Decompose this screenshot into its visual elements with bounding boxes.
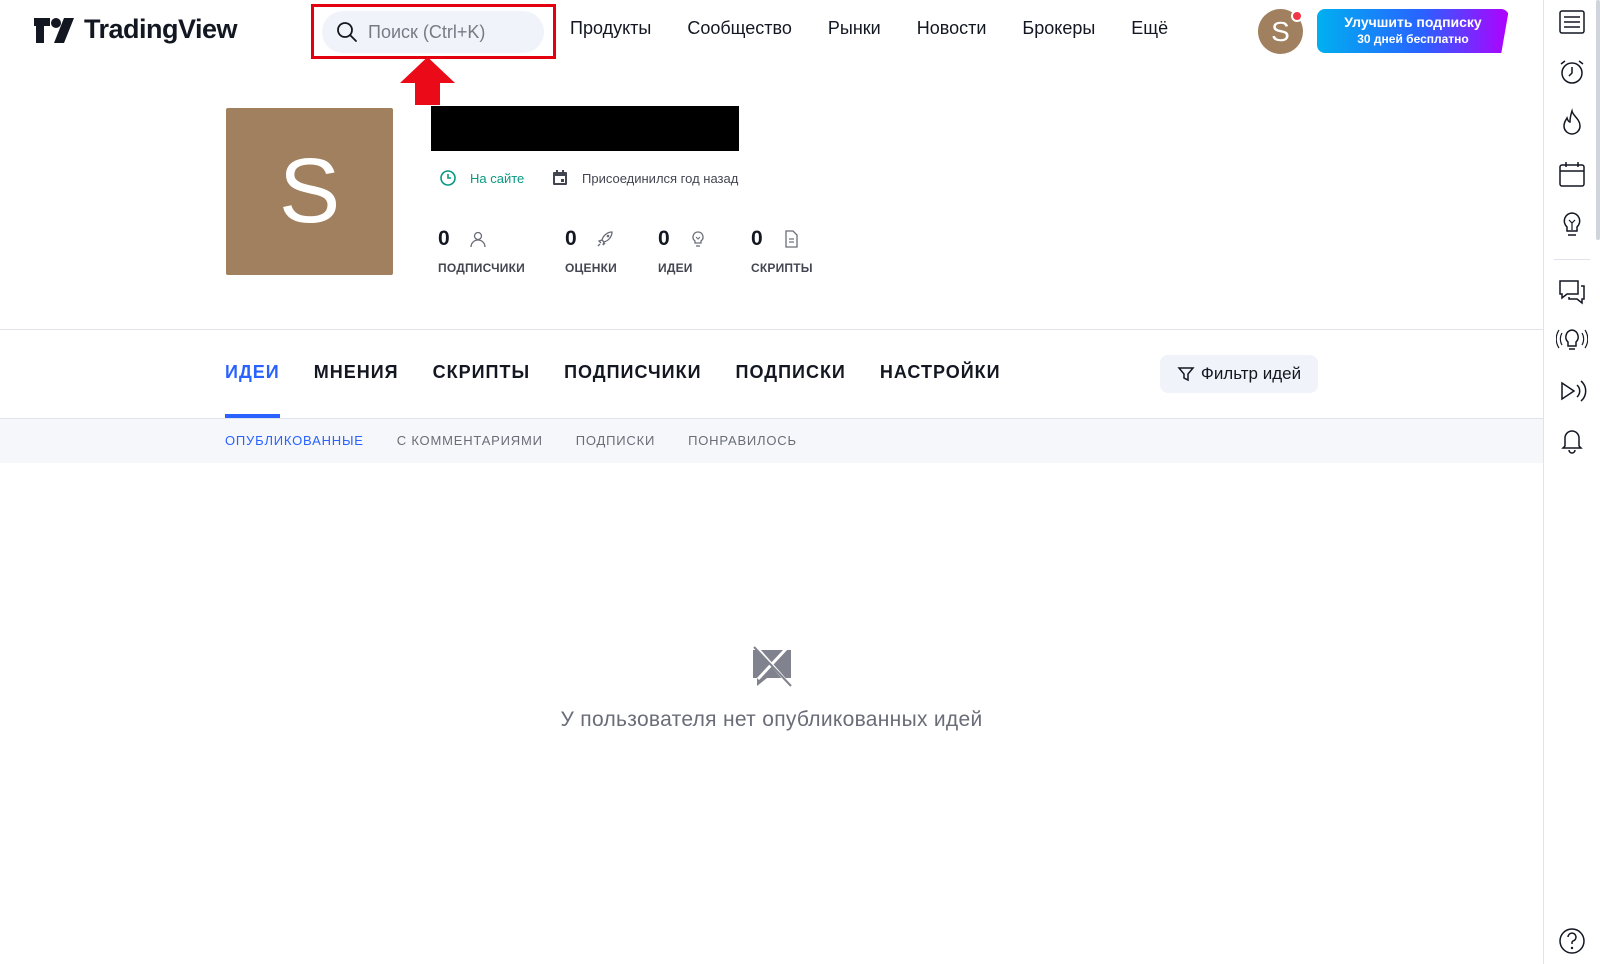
red-arrow-up-icon <box>400 57 455 105</box>
bell-icon[interactable] <box>1556 424 1588 456</box>
main-nav: Продукты Сообщество Рынки Новости Брокер… <box>570 18 1204 39</box>
online-status: На сайте <box>438 168 524 188</box>
joined-date: Присоединился год назад <box>550 168 738 188</box>
joined-date-text: Присоединился год назад <box>582 170 739 186</box>
stat-scripts-label: СКРИПТЫ <box>751 261 813 275</box>
help-icon[interactable] <box>1556 925 1588 957</box>
rocket-icon <box>597 231 613 247</box>
flame-icon[interactable] <box>1556 107 1588 139</box>
tab-ideas[interactable]: ИДЕИ <box>225 362 280 418</box>
person-icon <box>470 231 486 248</box>
subtab-commented[interactable]: С КОММЕНТАРИЯМИ <box>397 433 543 448</box>
profile-tabs: ИДЕИ МНЕНИЯ СКРИПТЫ ПОДПИСЧИКИ ПОДПИСКИ … <box>225 362 1035 418</box>
stat-followers-label: ПОДПИСЧИКИ <box>438 261 525 275</box>
stat-ratings[interactable]: 0 ОЦЕНКИ <box>565 227 617 275</box>
lightbulb-icon[interactable] <box>1556 209 1588 241</box>
sidebar-separator <box>1554 259 1590 260</box>
ideas-stream-icon[interactable] <box>1556 324 1588 356</box>
nav-products[interactable]: Продукты <box>570 18 651 39</box>
calendar-small-icon <box>553 170 567 185</box>
empty-state-message: У пользователя нет опубликованных идей <box>560 708 983 731</box>
tab-settings[interactable]: НАСТРОЙКИ <box>880 362 1001 418</box>
filter-icon <box>1177 367 1195 382</box>
subtab-subscriptions[interactable]: ПОДПИСКИ <box>576 433 655 448</box>
stat-followers[interactable]: 0 ПОДПИСЧИКИ <box>438 227 525 275</box>
stat-ideas-value: 0 <box>658 227 670 250</box>
upgrade-subtitle: 30 дней бесплатно <box>1357 32 1469 46</box>
section-divider <box>0 329 1543 330</box>
tradingview-logo-icon <box>34 17 74 43</box>
ideas-filter-button[interactable]: Фильтр идей <box>1160 355 1318 393</box>
profile-avatar: S <box>226 108 393 275</box>
nav-more[interactable]: Ещё <box>1131 18 1168 39</box>
right-sidebar <box>1543 0 1600 964</box>
tab-followers[interactable]: ПОДПИСЧИКИ <box>564 362 701 418</box>
tab-following[interactable]: ПОДПИСКИ <box>736 362 846 418</box>
search-icon <box>337 22 357 42</box>
nav-news[interactable]: Новости <box>917 18 987 39</box>
upgrade-title: Улучшить подписку <box>1344 14 1482 30</box>
stat-scripts-value: 0 <box>751 227 763 250</box>
subtab-liked[interactable]: ПОНРАВИЛОСЬ <box>688 433 797 448</box>
scrollbar[interactable] <box>1596 0 1600 240</box>
search-box[interactable] <box>322 11 544 53</box>
logo-text: TradingView <box>84 14 238 44</box>
search-input[interactable] <box>368 21 528 43</box>
app-root: TradingView Продукты Сообщество Рынки Но… <box>0 0 1600 964</box>
subtabs: ОПУБЛИКОВАННЫЕ С КОММЕНТАРИЯМИ ПОДПИСКИ … <box>225 433 830 448</box>
stat-ratings-label: ОЦЕНКИ <box>565 261 617 275</box>
clock-icon <box>440 170 456 186</box>
chat-icon[interactable] <box>1556 275 1588 307</box>
streams-play-icon[interactable] <box>1556 375 1588 407</box>
subtab-published[interactable]: ОПУБЛИКОВАННЫЕ <box>225 433 364 448</box>
ideas-filter-label: Фильтр идей <box>1200 364 1302 383</box>
redacted-username <box>431 106 739 151</box>
lightbulb-icon <box>692 231 704 247</box>
no-ideas-icon <box>753 646 792 687</box>
nav-markets[interactable]: Рынки <box>828 18 881 39</box>
top-header: TradingView Продукты Сообщество Рынки Но… <box>0 0 1543 105</box>
stat-ideas[interactable]: 0 ИДЕИ <box>658 227 708 275</box>
nav-community[interactable]: Сообщество <box>687 18 792 39</box>
tab-scripts[interactable]: СКРИПТЫ <box>433 362 530 418</box>
stat-ratings-value: 0 <box>565 227 577 250</box>
stat-ideas-label: ИДЕИ <box>658 261 693 275</box>
upgrade-button[interactable]: Улучшить подписку 30 дней бесплатно <box>1317 9 1509 53</box>
watchlist-icon[interactable] <box>1556 6 1588 38</box>
tab-opinions[interactable]: МНЕНИЯ <box>314 362 399 418</box>
notification-dot <box>1291 10 1303 22</box>
calendar-icon[interactable] <box>1556 158 1588 190</box>
nav-brokers[interactable]: Брокеры <box>1022 18 1095 39</box>
document-icon <box>785 230 798 248</box>
logo[interactable]: TradingView <box>34 14 238 45</box>
alarm-clock-icon[interactable] <box>1556 56 1588 88</box>
online-status-text: На сайте <box>470 170 525 186</box>
stat-scripts[interactable]: 0 СКРИПТЫ <box>751 227 813 275</box>
stat-followers-value: 0 <box>438 227 450 250</box>
